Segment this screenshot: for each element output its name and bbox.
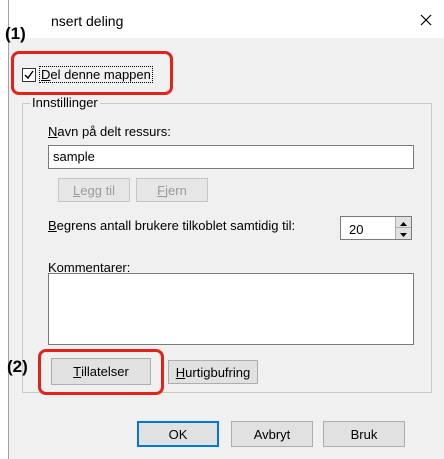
remove-button-label: jern [165, 182, 187, 198]
share-folder-checkbox[interactable] [22, 67, 36, 82]
close-icon[interactable] [416, 10, 436, 30]
user-limit-spinner[interactable]: 20 [340, 216, 412, 240]
permissions-button-label: illatelser [81, 364, 129, 379]
share-folder-checkbox-row[interactable]: Del denne mappen [22, 66, 153, 83]
user-limit-label-mnemonic: B [48, 218, 57, 233]
caching-button[interactable]: Hurtigbufring [168, 360, 258, 384]
cancel-button[interactable]: Avbryt [231, 421, 313, 447]
share-name-label-mnemonic: N [48, 124, 58, 139]
share-name-label: Navn på delt ressurs: [48, 124, 171, 139]
caching-button-label: urtigbufring [185, 364, 251, 380]
permissions-button-mnemonic: T [73, 364, 82, 379]
add-button-label: egg til [80, 182, 115, 198]
callout-2-label: (2) [7, 357, 28, 376]
caching-button-mnemonic: H [175, 364, 186, 380]
user-limit-label-text: egrens antall brukere tilkoblet samtidig… [56, 218, 296, 233]
share-name-label-text: avn på delt ressurs: [57, 124, 171, 139]
dialog-title: nsert deling [51, 13, 124, 29]
share-folder-label-text: el denne mappen [50, 67, 151, 82]
share-name-input[interactable]: sample [48, 145, 414, 169]
ok-button[interactable]: OK [137, 421, 219, 447]
remove-button-mnemonic: F [157, 182, 166, 198]
comments-textarea[interactable] [48, 273, 414, 345]
share-folder-label-mnemonic: D [41, 67, 51, 82]
permissions-button[interactable]: Tillatelser [51, 358, 151, 385]
user-limit-label: Begrens antall brukere tilkoblet samtidi… [48, 218, 295, 233]
settings-group-label: Innstillinger [30, 95, 100, 110]
checkmark-icon [24, 70, 34, 79]
spinner-down-arrow-icon[interactable] [395, 228, 411, 239]
title-bar: nsert deling [9, 0, 444, 38]
add-button-mnemonic: L [73, 182, 81, 198]
user-limit-value: 20 [349, 222, 364, 237]
share-folder-label: Del denne mappen [39, 66, 153, 83]
apply-button[interactable]: Bruk [323, 421, 405, 447]
spinner-up-arrow-icon[interactable] [395, 217, 411, 228]
remove-button[interactable]: Fjern [136, 178, 208, 202]
callout-1-label: (1) [5, 24, 26, 43]
add-button[interactable]: Legg til [58, 178, 130, 202]
